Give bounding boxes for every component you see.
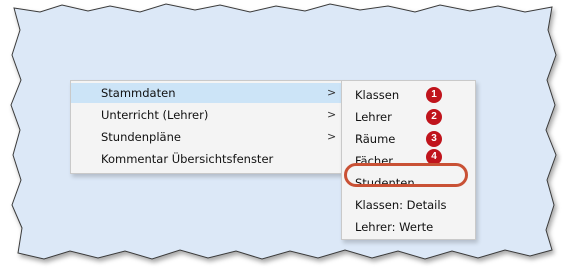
chevron-right-icon: > [327, 86, 337, 99]
menu-item-kommentar-uebersichtsfenster[interactable]: Kommentar Übersichtsfenster [71, 149, 343, 169]
menu-item-stammdaten[interactable]: Stammdaten > [71, 83, 343, 103]
submenu-item-raeume[interactable]: Räume 3 [342, 129, 475, 149]
menu-item-stundenplaene[interactable]: Stundenpläne > [71, 127, 343, 147]
submenu-stammdaten: Klassen 1 Lehrer 2 Räume 3 Fächer 4 Stud… [341, 80, 476, 240]
submenu-item-lehrer[interactable]: Lehrer 2 [342, 107, 475, 127]
menu-item-label: Unterricht (Lehrer) [101, 108, 209, 122]
chevron-right-icon: > [327, 130, 337, 143]
submenu-item-lehrer-werte[interactable]: Lehrer: Werte [342, 217, 475, 237]
numbered-badge-icon: 3 [426, 131, 442, 147]
menu-item-label: Kommentar Übersichtsfenster [101, 152, 274, 166]
context-menu: Stammdaten > Unterricht (Lehrer) > Stund… [70, 80, 344, 174]
highlight-ring-icon [344, 163, 468, 187]
submenu-item-label: Klassen [355, 88, 400, 102]
submenu-item-klassen-details[interactable]: Klassen: Details [342, 195, 475, 215]
menu-item-unterricht-lehrer[interactable]: Unterricht (Lehrer) > [71, 105, 343, 125]
submenu-item-label: Lehrer: Werte [355, 220, 434, 234]
submenu-item-label: Klassen: Details [355, 198, 447, 212]
menu-item-label: Stundenpläne [101, 130, 181, 144]
submenu-item-label: Lehrer [355, 110, 392, 124]
submenu-item-label: Räume [355, 132, 396, 146]
menu-item-label: Stammdaten [101, 86, 176, 100]
numbered-badge-icon: 1 [426, 87, 442, 103]
submenu-item-klassen[interactable]: Klassen 1 [342, 85, 475, 105]
chevron-right-icon: > [327, 108, 337, 121]
numbered-badge-icon: 2 [426, 109, 442, 125]
